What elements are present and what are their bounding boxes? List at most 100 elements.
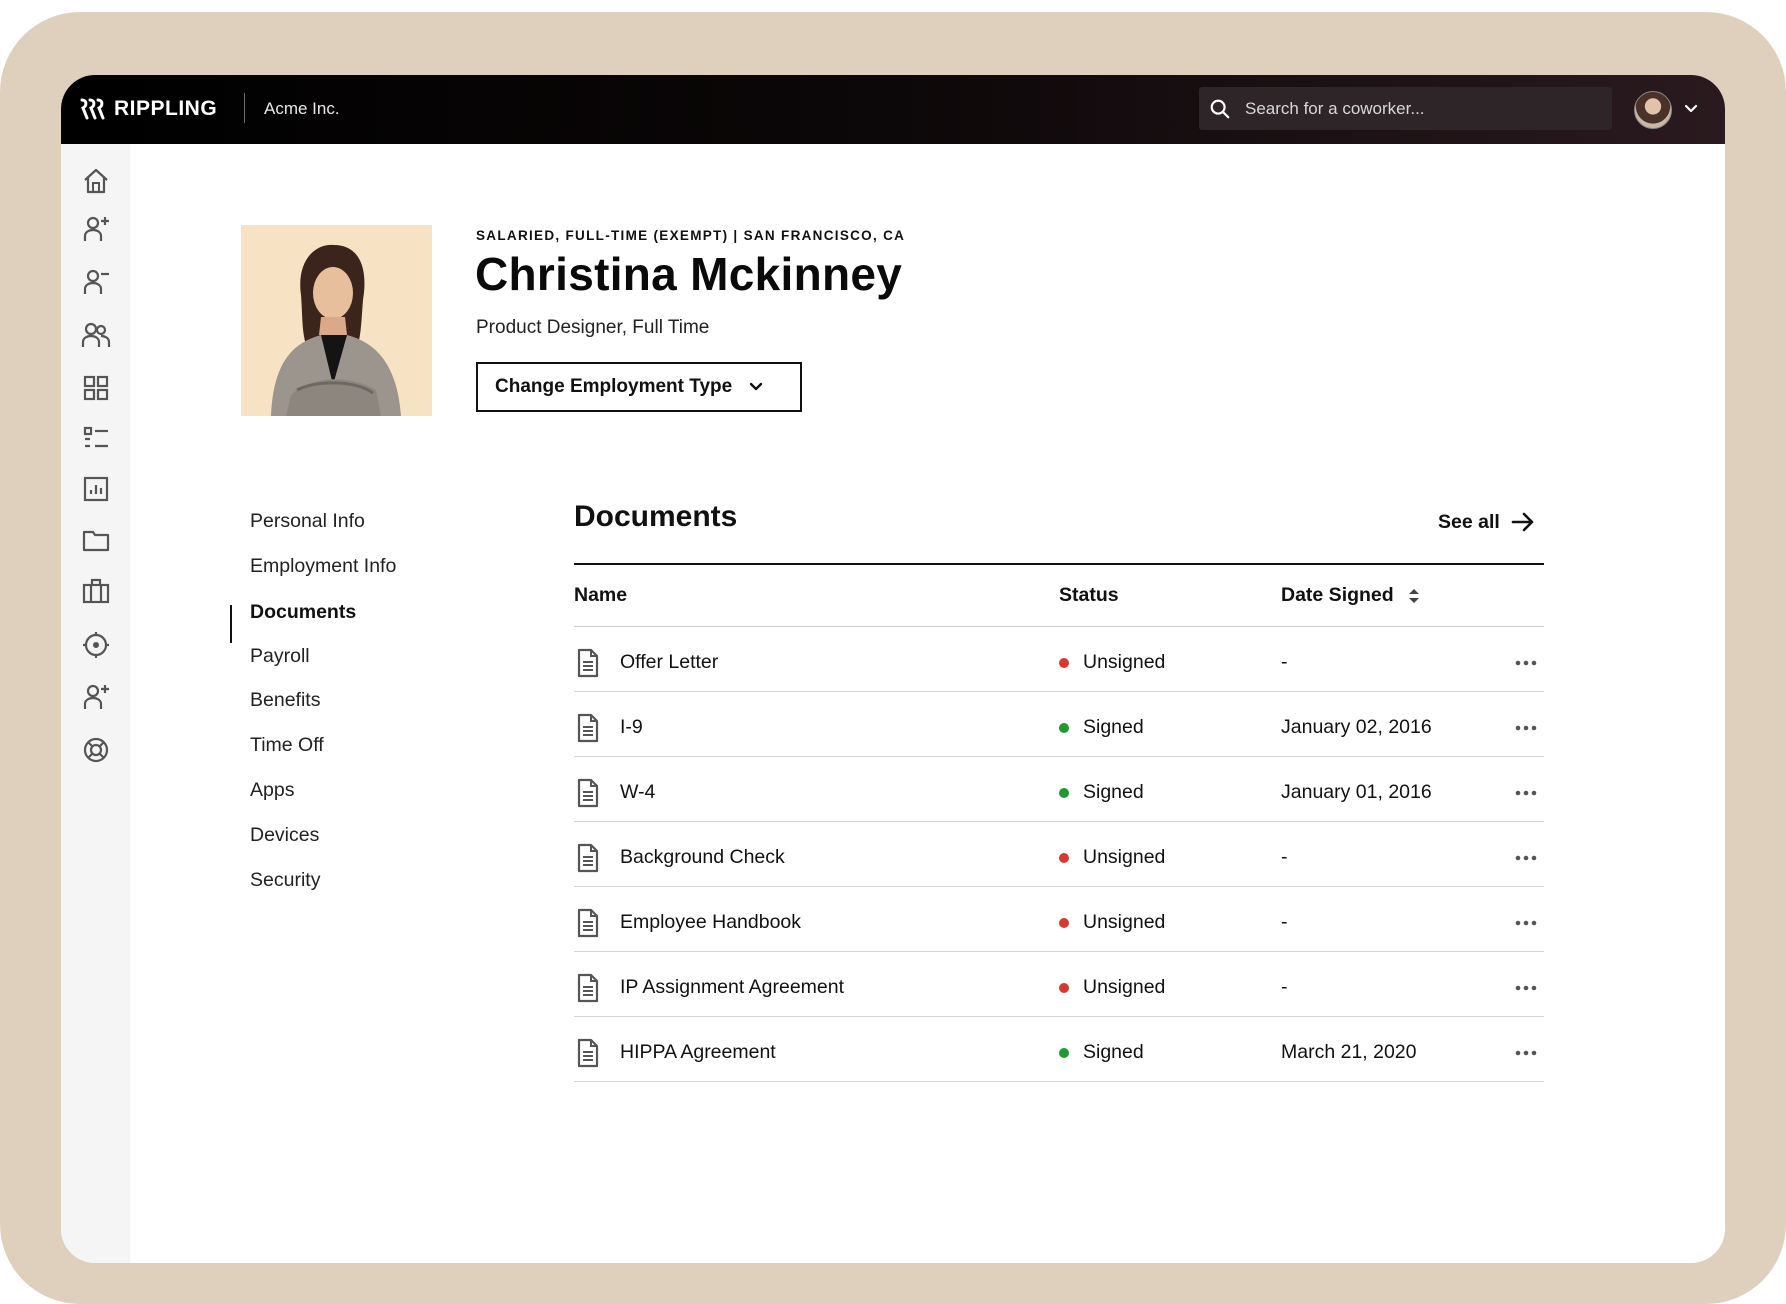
more-options-icon[interactable]	[1513, 653, 1539, 673]
status-label: Signed	[1083, 781, 1144, 803]
more-options-icon[interactable]	[1513, 783, 1539, 803]
document-status: Signed	[1059, 1041, 1144, 1064]
document-status: Unsigned	[1059, 976, 1165, 999]
document-name[interactable]: Background Check	[620, 846, 785, 869]
nav-item-devices[interactable]: Devices	[250, 824, 319, 847]
add-person-icon[interactable]	[81, 214, 111, 244]
status-label: Unsigned	[1083, 846, 1166, 868]
remove-person-icon[interactable]	[81, 267, 111, 297]
document-status: Unsigned	[1059, 846, 1165, 869]
table-row[interactable]: Employee Handbook Unsigned -	[574, 887, 1544, 952]
document-icon	[577, 973, 599, 1003]
nav-item-personal-info[interactable]: Personal Info	[250, 510, 365, 533]
status-label: Signed	[1083, 716, 1144, 738]
document-name[interactable]: W-4	[620, 781, 655, 804]
top-bar: RIPPLING Acme Inc.	[61, 75, 1725, 144]
status-dot	[1059, 982, 1069, 993]
status-dot	[1059, 917, 1069, 928]
divider	[244, 93, 245, 123]
column-header-date-signed[interactable]: Date Signed	[1281, 584, 1421, 607]
document-status: Signed	[1059, 716, 1144, 739]
settings-icon[interactable]	[81, 630, 111, 660]
document-name[interactable]: HIPPA Agreement	[620, 1041, 776, 1064]
document-name[interactable]: Employee Handbook	[620, 911, 801, 934]
status-label: Unsigned	[1083, 911, 1166, 933]
status-dot	[1059, 722, 1069, 733]
date-signed: March 21, 2020	[1281, 1041, 1417, 1063]
employee-role: Product Designer, Full Time	[476, 317, 710, 338]
change-employment-type-button[interactable]: Change Employment Type	[476, 362, 802, 412]
document-name[interactable]: Offer Letter	[620, 651, 718, 674]
document-name[interactable]: IP Assignment Agreement	[620, 976, 844, 999]
search-input[interactable]	[1243, 97, 1607, 120]
profile-photo	[241, 225, 432, 416]
document-icon	[577, 1038, 599, 1068]
date-signed: January 01, 2016	[1281, 781, 1432, 803]
more-options-icon[interactable]	[1513, 718, 1539, 738]
table-row[interactable]: Background Check Unsigned -	[574, 822, 1544, 887]
table-row[interactable]: I-9 Signed January 02, 2016	[574, 692, 1544, 757]
nav-item-payroll[interactable]: Payroll	[250, 645, 310, 668]
nav-active-indicator	[230, 605, 232, 643]
status-label: Signed	[1083, 1041, 1144, 1063]
list-icon[interactable]	[81, 423, 111, 453]
document-name[interactable]: I-9	[620, 716, 643, 739]
user-avatar[interactable]	[1634, 91, 1672, 129]
nav-item-employment-info[interactable]: Employment Info	[250, 555, 396, 578]
date-signed: -	[1281, 846, 1288, 868]
sort-icon[interactable]	[1407, 586, 1421, 606]
table-row[interactable]: W-4 Signed January 01, 2016	[574, 757, 1544, 822]
nav-item-documents[interactable]: Documents	[250, 601, 356, 624]
people-icon[interactable]	[81, 320, 111, 350]
apps-grid-icon[interactable]	[81, 373, 111, 403]
status-dot	[1059, 657, 1069, 668]
documents-title: Documents	[574, 500, 738, 533]
more-options-icon[interactable]	[1513, 848, 1539, 868]
column-header-status[interactable]: Status	[1059, 584, 1119, 607]
search-box[interactable]	[1199, 87, 1612, 130]
document-status: Signed	[1059, 781, 1144, 804]
home-icon[interactable]	[81, 166, 111, 196]
document-icon	[577, 713, 599, 743]
document-icon	[577, 648, 599, 678]
document-icon	[577, 908, 599, 938]
document-icon	[577, 778, 599, 808]
nav-item-apps[interactable]: Apps	[250, 779, 294, 802]
status-label: Unsigned	[1083, 976, 1166, 998]
chevron-down-icon[interactable]	[1683, 101, 1699, 117]
invite-person-icon[interactable]	[81, 682, 111, 712]
date-signed: January 02, 2016	[1281, 716, 1432, 738]
briefcase-icon[interactable]	[81, 576, 111, 606]
support-icon[interactable]	[81, 735, 111, 765]
date-signed: -	[1281, 651, 1288, 673]
folder-icon[interactable]	[81, 525, 111, 555]
see-all-link[interactable]: See all	[1438, 509, 1536, 535]
document-status: Unsigned	[1059, 911, 1165, 934]
date-signed: -	[1281, 911, 1288, 933]
document-icon	[577, 843, 599, 873]
status-dot	[1059, 1047, 1069, 1058]
column-header-name[interactable]: Name	[574, 584, 627, 607]
reports-icon[interactable]	[81, 474, 111, 504]
status-label: Unsigned	[1083, 651, 1166, 673]
column-header-date-label: Date Signed	[1281, 584, 1394, 606]
employee-name: Christina Mckinney	[475, 248, 903, 300]
logo[interactable]: RIPPLING	[80, 97, 217, 121]
nav-item-benefits[interactable]: Benefits	[250, 689, 320, 712]
chevron-down-icon	[749, 382, 763, 391]
profile-portrait-image	[241, 225, 432, 416]
search-icon	[1210, 99, 1230, 118]
table-row[interactable]: Offer Letter Unsigned -	[574, 627, 1544, 692]
status-dot	[1059, 787, 1069, 798]
sidebar	[61, 144, 130, 1263]
more-options-icon[interactable]	[1513, 978, 1539, 998]
status-dot	[1059, 852, 1069, 863]
date-signed: -	[1281, 976, 1288, 998]
table-row[interactable]: IP Assignment Agreement Unsigned -	[574, 952, 1544, 1017]
device-tab	[187, 12, 275, 26]
more-options-icon[interactable]	[1513, 1043, 1539, 1063]
nav-item-time-off[interactable]: Time Off	[250, 734, 324, 757]
nav-item-security[interactable]: Security	[250, 869, 320, 892]
more-options-icon[interactable]	[1513, 913, 1539, 933]
table-row[interactable]: HIPPA Agreement Signed March 21, 2020	[574, 1017, 1544, 1082]
